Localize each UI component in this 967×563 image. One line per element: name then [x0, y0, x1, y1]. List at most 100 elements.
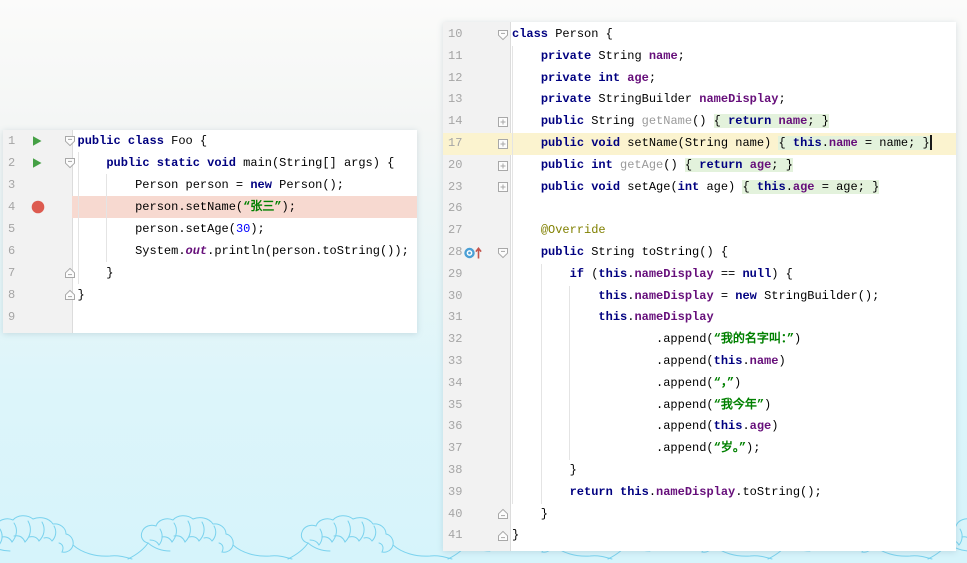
token: .append( — [512, 332, 714, 346]
code-line-34: 34 .append(“，”) — [443, 373, 956, 395]
code-text[interactable]: System.out.println(person.toString()); — [72, 240, 417, 262]
token: return — [699, 158, 749, 172]
code-text[interactable]: public void setName(String name) { this.… — [510, 133, 956, 155]
fold-start-icon[interactable] — [64, 157, 76, 169]
code-text[interactable]: .append(this.name) — [510, 351, 956, 373]
overrides-method-icon[interactable] — [463, 246, 485, 260]
fold-marker[interactable] — [497, 508, 509, 520]
code-text[interactable]: } — [510, 504, 956, 526]
code-text[interactable]: class Person { — [510, 24, 956, 46]
code-text[interactable]: } — [72, 262, 417, 284]
token: new — [250, 178, 272, 192]
token: Person { — [548, 27, 613, 41]
code-text[interactable]: private int age; — [510, 68, 956, 90]
fold-collapsed-icon[interactable] — [497, 160, 509, 172]
code-text[interactable]: this.nameDisplay — [510, 307, 956, 329]
code-text[interactable]: } — [510, 525, 956, 547]
token: { — [714, 114, 728, 128]
code-text[interactable]: .append(“我的名字叫：”) — [510, 329, 956, 351]
run-arrow-icon[interactable] — [31, 157, 43, 169]
line-number: 32 — [448, 329, 462, 351]
token: ); — [746, 441, 760, 455]
code-text[interactable]: public static void main(String[] args) { — [72, 152, 417, 174]
token: ; — [649, 71, 656, 85]
fold-collapsed-icon[interactable] — [497, 181, 509, 193]
code-text[interactable]: .append(“岁。”); — [510, 438, 956, 460]
fold-marker[interactable] — [64, 157, 76, 169]
code-text[interactable]: public String getName() { return name; } — [510, 111, 956, 133]
token: ; — [778, 92, 785, 106]
token: ( — [584, 267, 598, 281]
token: name — [750, 354, 779, 368]
gutter-icon-slot[interactable] — [463, 246, 485, 260]
fold-marker[interactable] — [64, 289, 76, 301]
breakpoint-icon[interactable] — [31, 200, 45, 214]
fold-start-icon[interactable] — [64, 135, 76, 147]
token: .append( — [512, 441, 714, 455]
token: String — [591, 49, 649, 63]
token: name — [779, 114, 808, 128]
fold-marker[interactable] — [497, 29, 509, 41]
code-text[interactable]: public void setAge(int age) { this.age =… — [510, 177, 956, 199]
fold-collapsed-icon[interactable] — [497, 138, 509, 150]
line-number: 40 — [448, 504, 462, 526]
fold-marker[interactable] — [497, 138, 509, 150]
fold-marker[interactable] — [497, 247, 509, 259]
token: “张三” — [243, 200, 281, 214]
fold-marker[interactable] — [64, 135, 76, 147]
run-arrow-icon[interactable] — [31, 135, 43, 147]
token: == — [714, 267, 743, 281]
code-text[interactable]: private String name; — [510, 46, 956, 68]
code-text[interactable]: this.nameDisplay = new StringBuilder(); — [510, 286, 956, 308]
token: StringBuilder — [591, 92, 699, 106]
code-line-23: 23 public void setAge(int age) { this.ag… — [443, 177, 956, 199]
code-text[interactable]: return this.nameDisplay.toString(); — [510, 482, 956, 504]
token — [512, 114, 541, 128]
token: nameDisplay — [634, 289, 713, 303]
code-text[interactable]: person.setAge(30); — [72, 218, 417, 240]
code-text[interactable]: if (this.nameDisplay == null) { — [510, 264, 956, 286]
fold-marker[interactable] — [497, 530, 509, 542]
fold-collapsed-icon[interactable] — [497, 116, 509, 128]
fold-end-icon[interactable] — [497, 508, 509, 520]
fold-marker[interactable] — [497, 160, 509, 172]
code-text[interactable]: public class Foo { — [72, 130, 417, 152]
gutter-icon-slot[interactable] — [31, 157, 43, 169]
token: this — [598, 310, 627, 324]
code-text[interactable] — [72, 306, 417, 328]
gutter-icon-slot[interactable] — [31, 200, 45, 214]
fold-end-icon[interactable] — [64, 267, 76, 279]
fold-marker[interactable] — [64, 267, 76, 279]
fold-marker[interactable] — [497, 181, 509, 193]
code-text[interactable]: .append(“我今年”) — [510, 395, 956, 417]
token: 30 — [236, 222, 250, 236]
code-text[interactable]: public String toString() { — [510, 242, 956, 264]
code-text[interactable]: } — [72, 284, 417, 306]
gutter-icon-slot[interactable] — [31, 135, 43, 147]
line-number: 3 — [8, 174, 15, 196]
token: public static void — [106, 156, 243, 170]
token: return — [728, 114, 778, 128]
code-text[interactable]: .append(“，”) — [510, 373, 956, 395]
code-text[interactable]: person.setName(“张三”); — [72, 196, 417, 218]
line-number: 1 — [8, 130, 15, 152]
token: public void — [541, 180, 620, 194]
code-text[interactable]: } — [510, 460, 956, 482]
code-text[interactable]: Person person = new Person(); — [72, 174, 417, 196]
code-line-17: 17 public void setName(String name) { th… — [443, 133, 956, 155]
code-text[interactable]: public int getAge() { return age; } — [510, 155, 956, 177]
fold-end-icon[interactable] — [497, 530, 509, 542]
token: .println(person.toString()); — [207, 244, 409, 258]
line-number: 34 — [448, 373, 462, 395]
token: age — [627, 71, 649, 85]
fold-marker[interactable] — [497, 116, 509, 128]
code-text[interactable]: @Override — [510, 220, 956, 242]
code-text[interactable]: .append(this.age) — [510, 416, 956, 438]
code-text[interactable]: private StringBuilder nameDisplay; — [510, 89, 956, 111]
code-text[interactable] — [510, 198, 956, 220]
token — [512, 136, 541, 150]
fold-start-icon[interactable] — [497, 247, 509, 259]
fold-start-icon[interactable] — [497, 29, 509, 41]
token: age — [750, 419, 772, 433]
fold-end-icon[interactable] — [64, 289, 76, 301]
